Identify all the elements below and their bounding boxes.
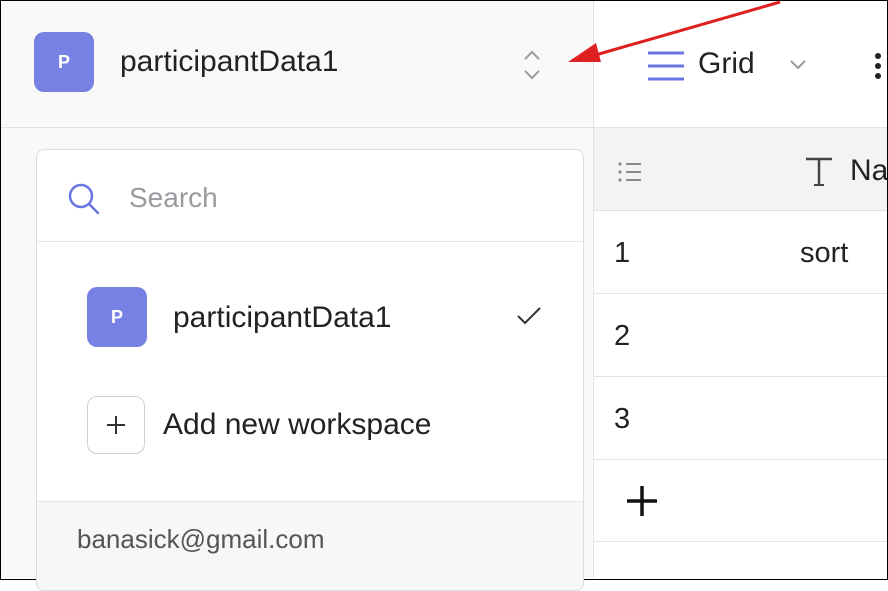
workspace-name: participantData1 (120, 45, 339, 78)
checkmark-icon (517, 307, 541, 325)
search-icon (68, 183, 100, 215)
plus-icon (107, 416, 125, 434)
chevron-down-icon[interactable] (788, 57, 808, 71)
view-selector-label[interactable]: Grid (698, 47, 755, 81)
table-row[interactable]: 3 (594, 377, 887, 460)
table-row[interactable]: 1 sort (594, 211, 887, 294)
more-vertical-icon[interactable] (874, 51, 882, 81)
table-header: Na (594, 128, 887, 211)
grid-view-icon[interactable] (646, 49, 686, 83)
plus-icon-box (87, 396, 145, 454)
workspace-avatar: P (34, 32, 94, 92)
main-panel: Grid Na 1 sort 2 3 (594, 1, 887, 578)
workspace-item-label: participantData1 (173, 301, 392, 334)
rows-list-icon (618, 162, 641, 182)
workspace-switcher[interactable]: P participantData1 (1, 1, 593, 128)
workspace-item-avatar: P (87, 287, 147, 347)
row-name-cell[interactable]: sort (800, 237, 848, 270)
column-header-name[interactable]: Na (850, 154, 887, 188)
chevron-up-down-icon[interactable] (519, 47, 545, 83)
add-row-button[interactable] (594, 459, 887, 542)
row-number: 2 (614, 320, 631, 352)
plus-icon (627, 486, 657, 516)
search-input[interactable] (127, 178, 551, 218)
row-number: 3 (614, 403, 631, 435)
sidebar: P participantData1 P participantData1 (1, 1, 594, 591)
workspace-item[interactable]: P participantData1 (37, 267, 583, 353)
search-row (37, 150, 583, 242)
view-toolbar: Grid (594, 1, 887, 128)
row-number: 1 (614, 237, 631, 269)
account-email: banasick@gmail.com (77, 524, 325, 554)
workspace-dropdown: P participantData1 Add new workspace ban… (36, 149, 584, 591)
add-workspace-button[interactable]: Add new workspace (37, 376, 583, 476)
add-workspace-label: Add new workspace (163, 408, 432, 441)
account-footer: banasick@gmail.com (37, 501, 583, 590)
table-row[interactable]: 2 (594, 294, 887, 377)
text-type-icon (806, 157, 832, 186)
